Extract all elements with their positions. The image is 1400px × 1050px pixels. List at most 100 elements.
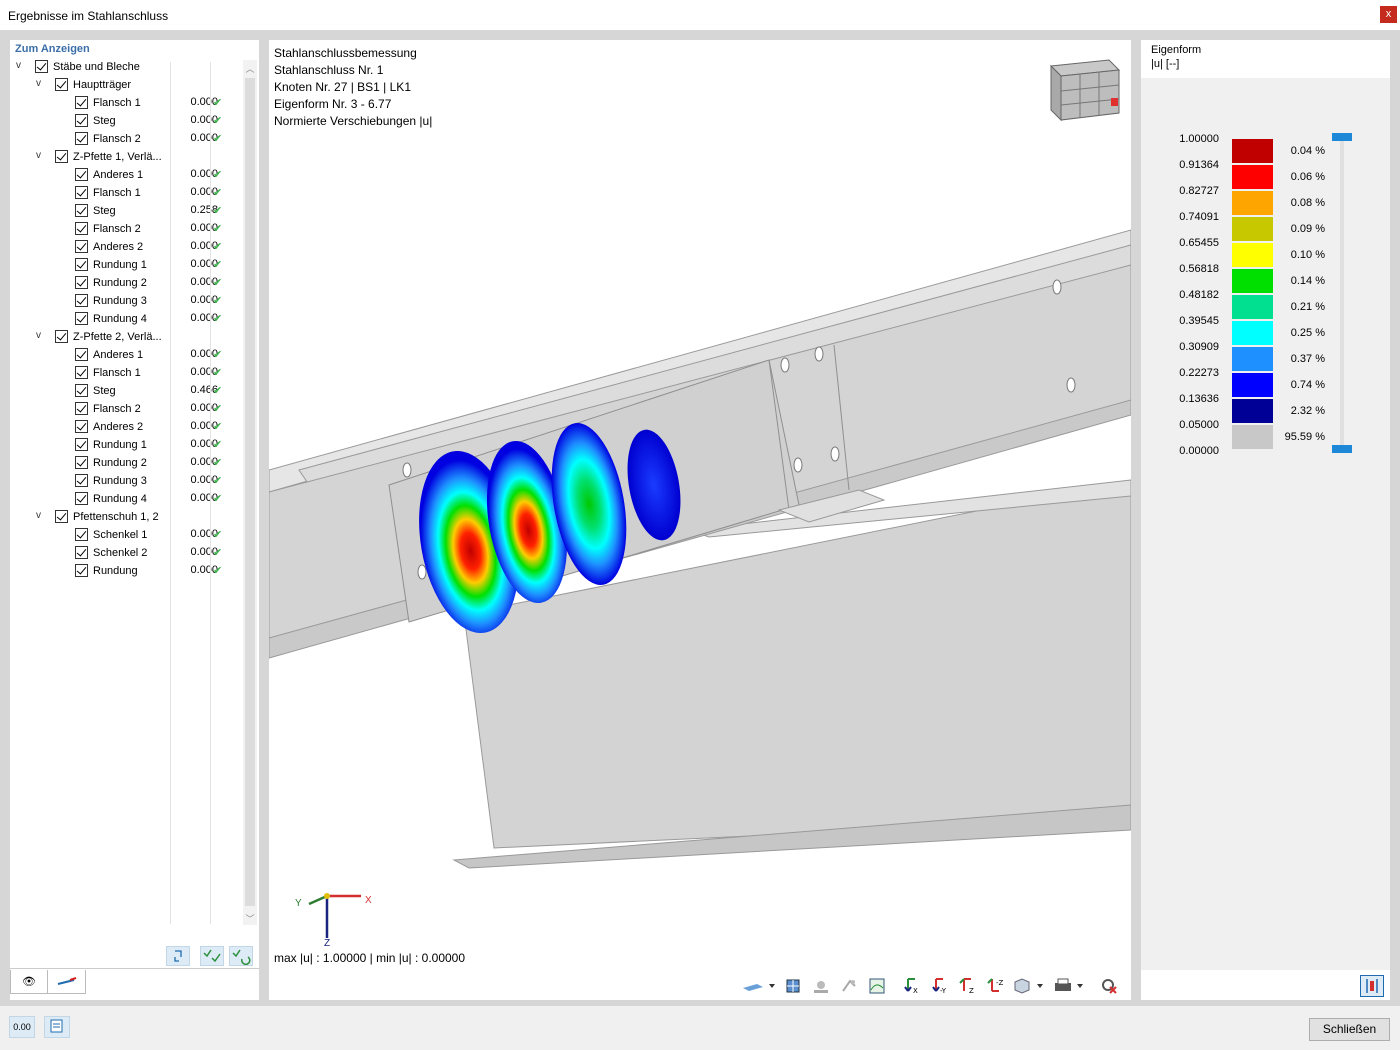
view-x-icon[interactable]: X [899,975,923,997]
tree-checkbox[interactable] [55,330,68,343]
close-button[interactable]: Schließen [1309,1018,1390,1041]
tree-checkbox[interactable] [75,402,88,415]
tree-row[interactable]: Rundung 4 0.000 ✔ [10,310,242,328]
tree-row[interactable]: v Pfettenschuh 1, 2 [10,508,242,526]
tree-checkbox[interactable] [75,114,88,127]
tree-checkbox[interactable] [75,96,88,109]
toggle-check-button[interactable] [229,946,253,966]
tree-checkbox[interactable] [75,366,88,379]
tree-checkbox[interactable] [75,222,88,235]
tree-checkbox[interactable] [75,168,88,181]
view-minus-y-icon[interactable]: -Y [927,975,951,997]
view-cube-icon[interactable] [1049,59,1121,122]
tree-row[interactable]: Flansch 2 0.000 ✔ [10,400,242,418]
tree-checkbox[interactable] [55,78,68,91]
tree-row[interactable]: Schenkel 2 0.000 ✔ [10,544,242,562]
model-view-graphic[interactable] [269,40,1131,1000]
diagram-icon[interactable] [865,975,889,997]
expand-chevron-icon[interactable]: v [36,330,46,342]
expand-chevron-icon[interactable]: v [16,60,26,72]
tree-checkbox[interactable] [75,420,88,433]
tree-checkbox[interactable] [75,528,88,541]
legend-slider-bottom-handle[interactable] [1332,445,1352,453]
isometric-view-dropdown[interactable] [1011,975,1047,997]
tree-checkbox[interactable] [75,456,88,469]
render-icon[interactable] [837,975,861,997]
close-results-icon[interactable] [1097,975,1121,997]
tab-display[interactable]: 👁 [10,970,48,994]
print-dropdown[interactable] [1051,975,1087,997]
tab-members[interactable] [48,970,86,994]
tree-checkbox[interactable] [75,348,88,361]
tree-row[interactable]: Schenkel 1 0.000 ✔ [10,526,242,544]
legend-slider-track[interactable] [1340,136,1344,446]
tree-row[interactable]: Flansch 2 0.000 ✔ [10,130,242,148]
tree-row[interactable]: Rundung 4 0.000 ✔ [10,490,242,508]
tree-row[interactable]: Flansch 1 0.000 ✔ [10,364,242,382]
tree-row[interactable]: Flansch 1 0.000 ✔ [10,94,242,112]
tree-checkbox[interactable] [55,150,68,163]
tree-checkbox[interactable] [75,312,88,325]
tree-row[interactable]: Rundung 2 0.000 ✔ [10,454,242,472]
model-viewport[interactable]: Stahlanschlussbemessung Stahlanschluss N… [269,40,1131,1000]
legend-percent: 0.04 % [1290,145,1325,157]
tree-checkbox[interactable] [75,474,88,487]
check-all-button[interactable] [200,946,224,966]
scrollbar-thumb[interactable] [245,78,255,906]
view-z-icon[interactable]: Z [955,975,979,997]
tree-checkbox[interactable] [75,240,88,253]
tree-row[interactable]: Rundung 3 0.000 ✔ [10,472,242,490]
expand-chevron-icon[interactable]: v [36,78,46,90]
decimal-places-button[interactable]: 0.00 [9,1016,35,1038]
tree-checkbox[interactable] [75,564,88,577]
tree-row[interactable]: v Z-Pfette 1, Verlä... [10,148,242,166]
tree-checkbox[interactable] [35,60,48,73]
expand-chevron-icon[interactable]: v [36,150,46,162]
legend-slider-top-handle[interactable] [1332,133,1352,141]
tree-row[interactable]: Anderes 2 0.000 ✔ [10,238,242,256]
tree-checkbox[interactable] [75,258,88,271]
tree-row[interactable]: Flansch 1 0.000 ✔ [10,184,242,202]
tree-checkbox[interactable] [75,546,88,559]
tree-checkbox[interactable] [75,384,88,397]
mesh-icon[interactable] [781,975,805,997]
scroll-down-icon[interactable]: ﹀ [245,912,255,925]
tree-row[interactable]: Flansch 2 0.000 ✔ [10,220,242,238]
tree-row[interactable]: Rundung 1 0.000 ✔ [10,436,242,454]
tree-checkbox[interactable] [75,294,88,307]
tree-checkbox[interactable] [75,492,88,505]
tree-row[interactable]: Steg 0.000 ✔ [10,112,242,130]
tree-row[interactable]: Rundung 0.000 ✔ [10,562,242,580]
tree-checkbox[interactable] [75,276,88,289]
tree-row[interactable]: v Z-Pfette 2, Verlä... [10,328,242,346]
scroll-up-icon[interactable]: ︿ [245,62,255,75]
tree-row[interactable]: Rundung 3 0.000 ✔ [10,292,242,310]
tree-row[interactable]: Anderes 1 0.000 ✔ [10,346,242,364]
view-settings-icon[interactable] [809,975,833,997]
expand-chevron-icon[interactable]: v [36,510,46,522]
select-item-button[interactable] [166,946,190,966]
tree-checkbox[interactable] [75,132,88,145]
tree-row[interactable]: Steg 0.258 ✔ [10,202,242,220]
tree-row[interactable]: v Hauptträger [10,76,242,94]
tree-row[interactable]: Steg 0.466 ✔ [10,382,242,400]
column-divider [210,62,211,924]
close-icon[interactable]: x [1380,6,1397,23]
legend-color-band [1232,399,1273,423]
display-mode-dropdown[interactable] [739,975,779,997]
tree-checkbox[interactable] [75,204,88,217]
tree-label: Rundung 3 [93,295,147,307]
export-icon[interactable] [44,1016,70,1038]
tree-row[interactable]: Rundung 1 0.000 ✔ [10,256,242,274]
tree-checkbox[interactable] [55,510,68,523]
tree-row[interactable]: Rundung 2 0.000 ✔ [10,274,242,292]
tree-checkbox[interactable] [75,438,88,451]
check-ok-icon: ✔ [213,241,223,253]
tree-checkbox[interactable] [75,186,88,199]
tree-row[interactable]: v Stäbe und Bleche [10,58,242,76]
tree-scrollbar[interactable]: ︿ ﹀ [243,60,257,925]
tree-row[interactable]: Anderes 2 0.000 ✔ [10,418,242,436]
legend-settings-button[interactable] [1360,975,1384,997]
view-minus-z-icon[interactable]: -Z [983,975,1007,997]
tree-row[interactable]: Anderes 1 0.000 ✔ [10,166,242,184]
